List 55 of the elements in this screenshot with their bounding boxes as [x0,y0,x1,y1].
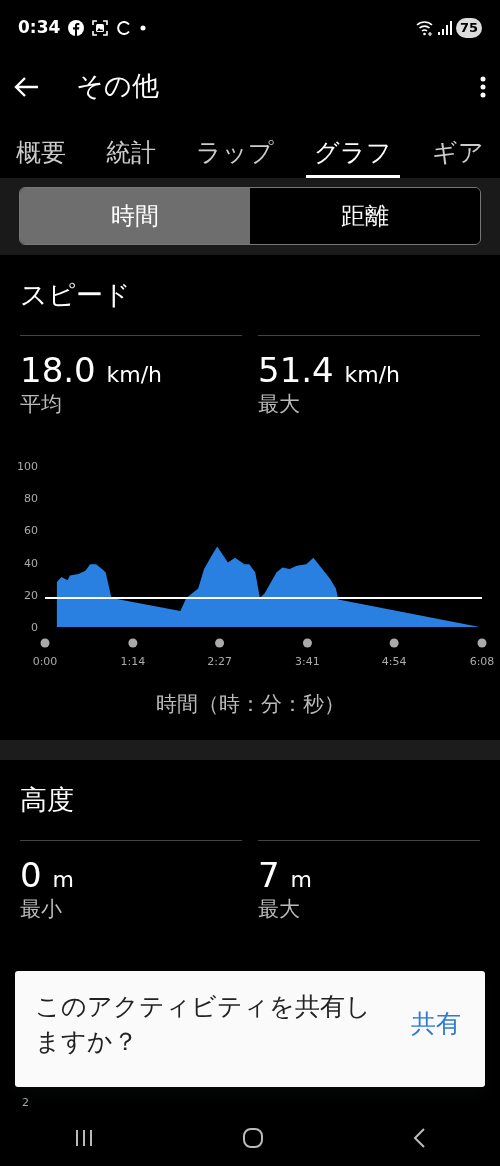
x-tick-dot [128,638,138,648]
tab[interactable]: ラップ [188,127,282,178]
stat-label: 最大 [258,391,301,419]
wifi-icon [415,20,434,36]
y-tick-label: 100 [17,459,38,473]
stat-value: 51.4 [258,350,334,390]
y-tick-label: 40 [24,556,38,570]
x-tick-dot [40,638,50,648]
tab[interactable]: 統計 [98,127,164,178]
section-title: スピード [20,277,132,312]
screenshot-icon [92,20,109,36]
tab[interactable]: ギア [424,127,492,178]
stat-label: 最小 [20,896,63,924]
stat-unit: m [290,866,312,892]
x-tick-dot [477,638,487,648]
facebook-icon [68,20,85,36]
segment-button[interactable]: 距離 [250,188,480,244]
home-icon [242,1126,264,1149]
share-button[interactable]: 共有 [407,1005,465,1043]
stat-unit: km/h [106,362,163,387]
y-tick-label: 0 [31,620,38,634]
stat-unit: km/h [344,362,401,387]
x-tick-dot [302,638,312,648]
x-tick-label: 3:41 [295,654,320,668]
x-tick-label: 6:08 [469,654,495,668]
x-tick-label: 1:14 [120,654,146,668]
y-tick-label: 80 [24,492,38,506]
recent-apps-icon [74,1127,94,1148]
segment-button[interactable]: 時間 [20,188,250,244]
y-tick-label: 60 [24,524,38,538]
clock-time: 0:34 [18,16,61,40]
x-tick-dot [215,638,225,648]
x-tick-label: 0:00 [32,654,58,668]
stat-label: 最大 [258,896,301,924]
x-tick-dot [389,638,399,648]
axis-title: 時間（時：分：秒） [155,691,345,719]
signal-icon [437,21,452,35]
notification-dot-icon [140,25,147,31]
x-tick-label: 4:54 [381,654,407,668]
screen-title: その他 [76,68,160,103]
y-tick-label: 20 [24,588,38,602]
stat-value: 18.0 [20,350,96,390]
section-title: 高度 [20,782,75,817]
tab[interactable]: 概要 [8,127,74,178]
more-icon [480,75,486,98]
y-tick-label: 2 [22,1095,29,1109]
x-tick-label: 2:27 [207,654,232,668]
chevron-left-icon [412,1126,426,1149]
back-arrow-icon [14,75,40,98]
stat-value: 0 [20,854,42,895]
stat-unit: m [52,866,74,892]
stat-value: 7 [258,854,280,895]
battery-level: 75 [455,18,482,38]
stat-label: 平均 [20,391,63,419]
dialog-message: このアクティビティを共有しますか？ [35,991,372,1058]
